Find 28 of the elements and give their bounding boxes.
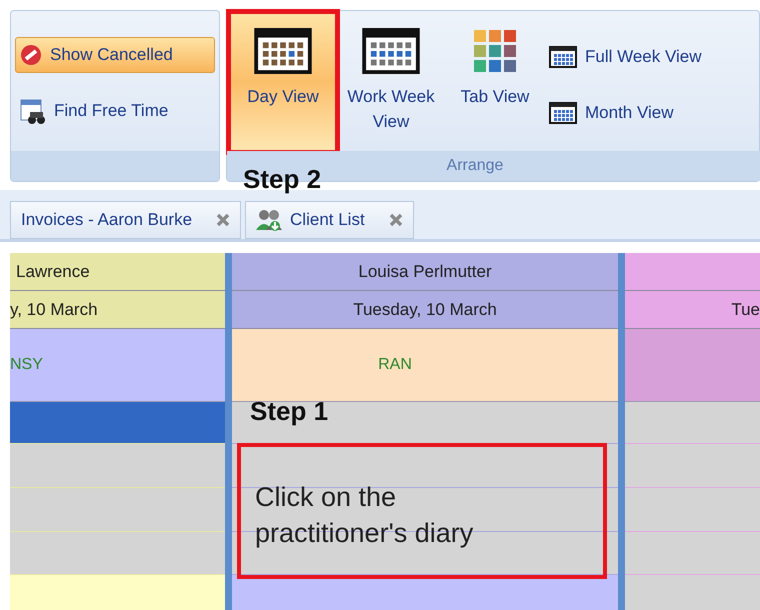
no-entry-icon bbox=[20, 44, 42, 66]
callout-text: Click on the practitioner's diary bbox=[237, 443, 607, 579]
date-header: y, 10 March bbox=[10, 291, 225, 329]
tab[interactable]: Invoices - Aaron Burke bbox=[10, 201, 242, 239]
date-header: Tue bbox=[625, 291, 760, 329]
ribbon-button[interactable]: Month View bbox=[549, 96, 702, 130]
view-button[interactable]: Day View bbox=[231, 14, 335, 150]
close-icon[interactable] bbox=[388, 213, 403, 227]
ribbon-button[interactable]: Show Cancelled bbox=[15, 37, 215, 73]
calendar-binoculars-icon bbox=[20, 97, 46, 125]
group-label: Arrange bbox=[446, 156, 504, 176]
view-button[interactable]: Work Week View bbox=[341, 14, 441, 150]
calendar-icon bbox=[549, 46, 577, 68]
close-icon[interactable] bbox=[216, 213, 230, 227]
practitioner-name: Lawrence bbox=[16, 260, 90, 283]
ribbon-button[interactable]: Find Free Time bbox=[15, 93, 215, 129]
view-button[interactable]: Tab View bbox=[447, 14, 543, 150]
calendar-icon bbox=[361, 28, 421, 74]
people-icon bbox=[256, 208, 282, 232]
calendar-icon bbox=[253, 28, 313, 74]
calendar-icon bbox=[549, 102, 577, 124]
practitioner-name: Louisa Perlmutter bbox=[358, 260, 492, 283]
step-label: Step 2 bbox=[243, 163, 322, 196]
date-header: Tuesday, 10 March bbox=[232, 291, 618, 329]
time-slot[interactable] bbox=[232, 402, 618, 444]
color-tiles-icon bbox=[472, 28, 518, 74]
ribbon-button[interactable]: Full Week View bbox=[549, 40, 702, 74]
tab[interactable]: Client List bbox=[245, 201, 414, 239]
